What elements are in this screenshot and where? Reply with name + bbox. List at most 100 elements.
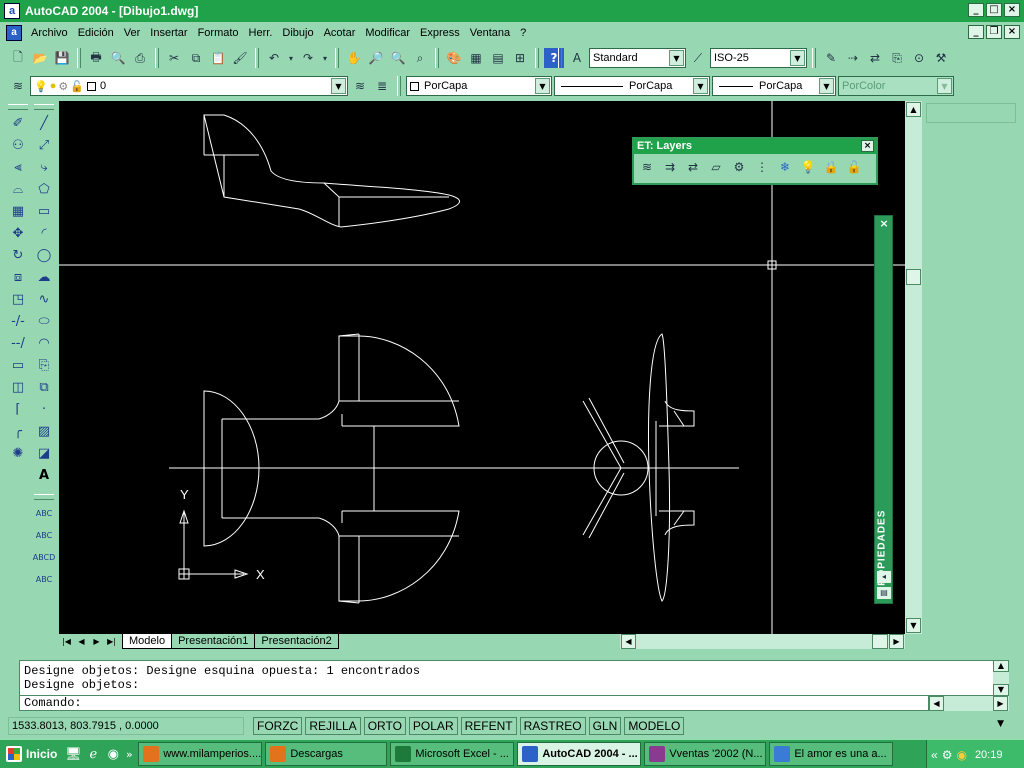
menu-item[interactable]: Express: [415, 23, 465, 43]
menu-item[interactable]: Ventana: [465, 23, 515, 43]
dim-style-icon[interactable]: ⟋: [688, 48, 708, 68]
spell-check-icon[interactable]: ABC: [33, 568, 55, 590]
trim-icon[interactable]: -/-: [7, 310, 29, 332]
express-tool-3-icon[interactable]: ⇄: [865, 48, 885, 68]
extend-icon[interactable]: --/: [7, 332, 29, 354]
chamfer-icon[interactable]: ⌈: [7, 398, 29, 420]
rotate-icon[interactable]: ↻: [7, 244, 29, 266]
undo-icon[interactable]: ↶: [264, 48, 284, 68]
array-icon[interactable]: ▦: [7, 200, 29, 222]
autocad-app-icon[interactable]: a: [4, 3, 20, 19]
erase-icon[interactable]: ✐: [7, 112, 29, 134]
chevron-down-icon[interactable]: ▼: [535, 78, 550, 94]
undo-dropdown-icon[interactable]: ▾: [286, 48, 296, 68]
scroll-up-button[interactable]: ▲: [906, 102, 921, 117]
cut-icon[interactable]: ✂: [164, 48, 184, 68]
menu-item[interactable]: Insertar: [145, 23, 192, 43]
tab-layout-1[interactable]: Presentación1: [171, 634, 256, 649]
menu-item[interactable]: Acotar: [319, 23, 361, 43]
status-toggle-rastreo[interactable]: RASTREO: [519, 717, 586, 735]
taskbar-button[interactable]: El amor es una a...: [769, 742, 894, 766]
internet-explorer-icon[interactable]: ℯ: [83, 744, 103, 764]
line-icon[interactable]: ╱: [33, 112, 55, 134]
taskbar-button[interactable]: AutoCAD 2004 - ...: [517, 742, 642, 766]
linetype-combo[interactable]: PorCapa ▼: [554, 76, 710, 96]
publish-icon[interactable]: ⎙: [130, 48, 150, 68]
doc-close-button[interactable]: ×: [1004, 25, 1020, 39]
status-toggle-gln[interactable]: GLN: [588, 717, 622, 735]
redo-icon[interactable]: ↷: [298, 48, 318, 68]
chevron-down-icon[interactable]: ▼: [790, 50, 805, 66]
polyline-icon[interactable]: ⤷: [33, 156, 55, 178]
close-button[interactable]: ×: [1004, 3, 1020, 17]
horizontal-scroll-thumb[interactable]: [872, 634, 888, 649]
text-style-icon[interactable]: A: [567, 48, 587, 68]
zoom-window-icon[interactable]: 🔍: [388, 48, 408, 68]
tab-layout-2[interactable]: Presentación2: [254, 634, 339, 649]
ellipse-icon[interactable]: ⬭: [33, 310, 55, 332]
taskbar-button[interactable]: www.milamperios....: [138, 742, 263, 766]
print-icon[interactable]: 🖶: [86, 48, 106, 68]
point-icon[interactable]: ·: [33, 398, 55, 420]
layer-freeze-icon[interactable]: ❄: [775, 157, 795, 177]
status-toggle-forzc[interactable]: FORZC: [253, 717, 303, 735]
zoom-realtime-icon[interactable]: 🔎: [366, 48, 386, 68]
status-toggle-rejilla[interactable]: REJILLA: [305, 717, 361, 735]
tray-expand-icon[interactable]: «: [931, 748, 938, 762]
scroll-down-button[interactable]: ▼: [906, 618, 921, 633]
paste-icon[interactable]: 📋: [208, 48, 228, 68]
status-toggle-refent[interactable]: REFENT: [460, 717, 517, 735]
chevron-down-icon[interactable]: ▼: [331, 78, 346, 94]
text-edit-icon[interactable]: ABC: [33, 524, 55, 546]
zoom-previous-icon[interactable]: ⌕: [410, 48, 430, 68]
close-icon[interactable]: ×: [876, 217, 892, 231]
chevron-down-icon[interactable]: ▼: [669, 50, 684, 66]
scroll-down-button[interactable]: ▼: [993, 684, 1009, 696]
status-toggle-orto[interactable]: ORTO: [363, 717, 406, 735]
scroll-left-button[interactable]: ◀: [621, 634, 636, 649]
scroll-right-button[interactable]: ▶: [889, 634, 904, 649]
status-tray-arrow-icon[interactable]: ▼: [997, 719, 1004, 729]
taskbar-button[interactable]: Descargas: [265, 742, 388, 766]
menu-item[interactable]: Dibujo: [277, 23, 318, 43]
panel-autohide-icon[interactable]: ◂: [877, 571, 891, 583]
taskbar-button[interactable]: Microsoft Excel - ...: [390, 742, 515, 766]
revision-cloud-icon[interactable]: ☁: [33, 266, 55, 288]
close-icon[interactable]: ×: [861, 140, 874, 152]
command-history-scrollbar[interactable]: ▲ ▼: [993, 660, 1009, 696]
layer-merge-icon[interactable]: ⋮: [752, 157, 772, 177]
scale-icon[interactable]: ⧈: [7, 266, 29, 288]
make-block-icon[interactable]: ⧉: [33, 376, 55, 398]
pan-icon[interactable]: ✋: [344, 48, 364, 68]
move-icon[interactable]: ✥: [7, 222, 29, 244]
coordinates-display[interactable]: 1533.8013, 803.7915 , 0.0000: [8, 717, 244, 735]
layer-properties-icon[interactable]: ≋: [8, 76, 28, 96]
match-properties-icon[interactable]: 🖌: [230, 48, 250, 68]
multiline-text-icon[interactable]: A: [33, 464, 55, 486]
layer-previous-icon[interactable]: ≣: [372, 76, 392, 96]
express-tool-2-icon[interactable]: ⇢: [843, 48, 863, 68]
construction-line-icon[interactable]: ⤢: [33, 134, 55, 156]
chevron-down-icon[interactable]: ▼: [819, 78, 834, 94]
circle-icon[interactable]: ◯: [33, 244, 55, 266]
layer-off-icon[interactable]: 💡: [798, 157, 818, 177]
tab-model[interactable]: Modelo: [122, 634, 173, 649]
polygon-icon[interactable]: ⬠: [33, 178, 55, 200]
redo-dropdown-icon[interactable]: ▾: [320, 48, 330, 68]
first-tab-button[interactable]: |◀: [59, 635, 74, 649]
document-icon[interactable]: a: [6, 25, 22, 41]
doc-minimize-button[interactable]: _: [968, 25, 984, 39]
text-abc-icon[interactable]: ABC: [33, 502, 55, 524]
ellipse-arc-icon[interactable]: ◠: [33, 332, 55, 354]
scroll-up-button[interactable]: ▲: [993, 660, 1009, 672]
dim-style-combo[interactable]: ISO-25 ▼: [710, 48, 807, 68]
layer-isolate-icon[interactable]: ⚙: [729, 157, 749, 177]
express-tool-4-icon[interactable]: ⎘: [887, 48, 907, 68]
rectangle-icon[interactable]: ▭: [33, 200, 55, 222]
save-icon[interactable]: 💾: [52, 48, 72, 68]
new-file-icon[interactable]: 🗋: [8, 48, 28, 68]
properties-panel[interactable]: × PROPIEDADES ◂ ▤: [874, 215, 893, 604]
copy-object-icon[interactable]: ⚇: [7, 134, 29, 156]
arc-icon[interactable]: ◜: [33, 222, 55, 244]
lineweight-combo[interactable]: PorCapa ▼: [712, 76, 836, 96]
